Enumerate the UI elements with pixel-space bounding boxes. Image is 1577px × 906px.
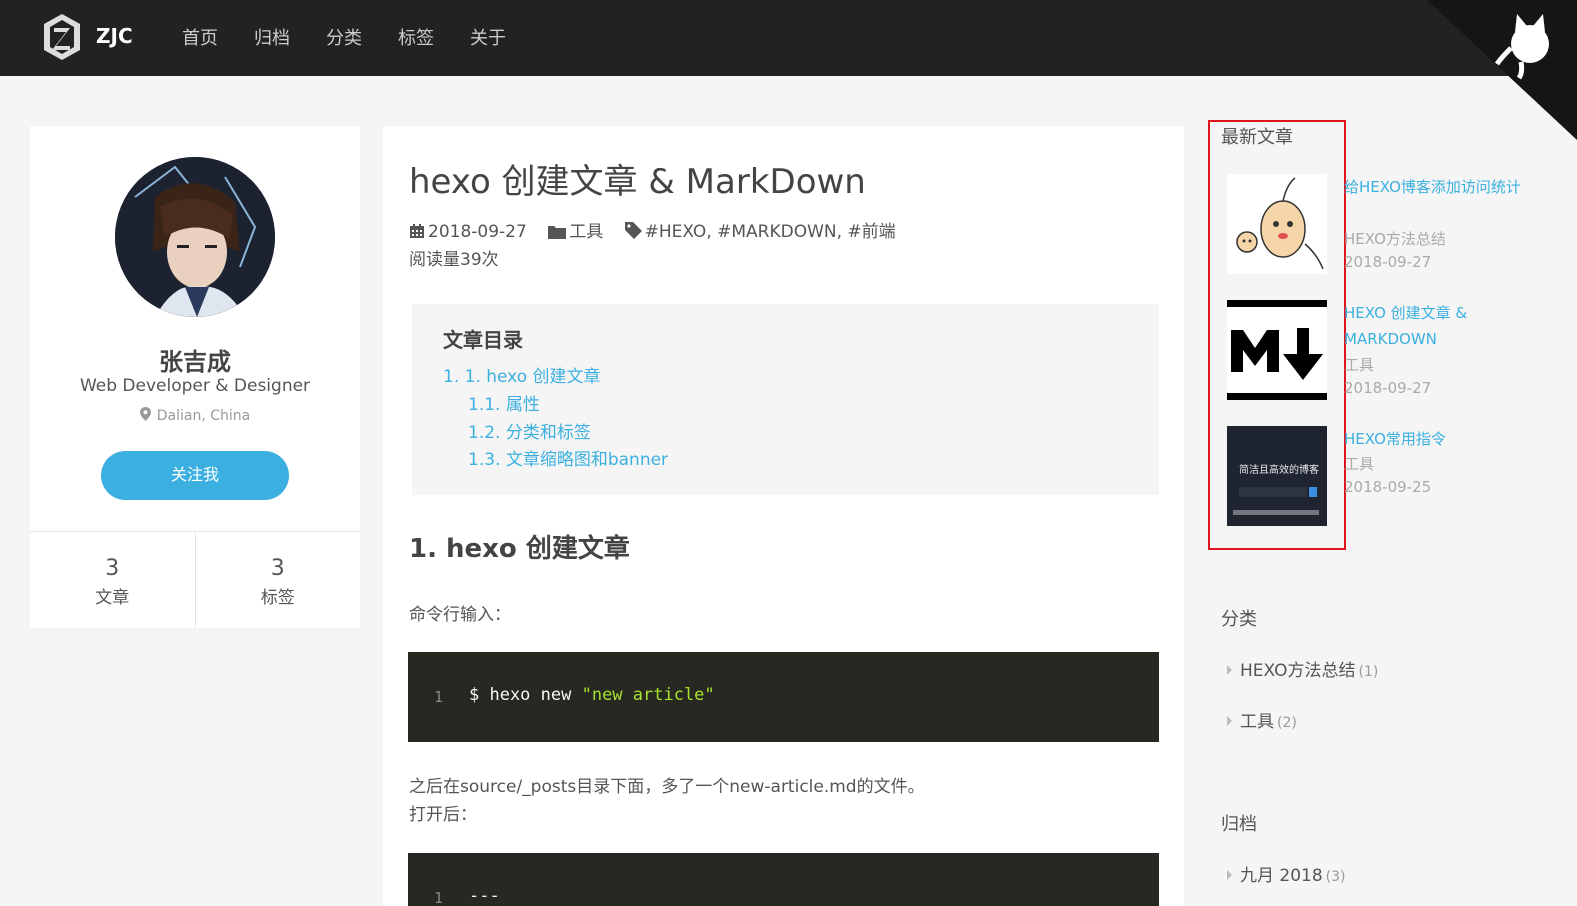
- thumbnail-caption: 简洁且高效的博客: [1239, 465, 1319, 476]
- stat-articles[interactable]: 3 文章: [30, 532, 195, 628]
- archive-count: (3): [1325, 869, 1346, 885]
- folder-icon: [548, 226, 567, 239]
- nav-home[interactable]: 首页: [182, 24, 254, 50]
- thumbnail-footer: [1233, 510, 1319, 515]
- post-thumbnail[interactable]: [1227, 174, 1327, 274]
- article-tags-text: #HEXO, #MARKDOWN, #前端: [644, 222, 896, 242]
- article-date-text: 2018-09-27: [428, 222, 527, 242]
- toc-title: 文章目录: [443, 328, 523, 352]
- github-corner-icon[interactable]: [1427, 0, 1577, 140]
- category-name: HEXO方法总结: [1240, 661, 1356, 681]
- top-navbar: ZJC 首页 归档 分类 标签 关于: [0, 0, 1577, 76]
- profile-location: Dalian, China: [30, 407, 360, 424]
- category-name: 工具: [1240, 712, 1274, 732]
- category-count: (1): [1358, 664, 1379, 680]
- caret-right-icon: [1227, 870, 1232, 880]
- article-date: 2018-09-27: [409, 222, 535, 242]
- stat-tags-label: 标签: [260, 588, 295, 608]
- caret-right-icon: [1227, 665, 1232, 675]
- nav-archive[interactable]: 归档: [254, 24, 326, 50]
- toc-item-1-2[interactable]: 1.2. 分类和标签: [468, 418, 591, 443]
- main-nav: 首页 归档 分类 标签 关于: [182, 24, 542, 50]
- post-category[interactable]: HEXO方法总结: [1344, 228, 1446, 249]
- section-heading: 1. hexo 创建文章: [409, 534, 630, 564]
- article-views: 阅读量39次: [409, 250, 499, 270]
- thumbnail-button: [1309, 487, 1317, 497]
- categories-title: 分类: [1221, 609, 1257, 630]
- location-text: Dalian, China: [156, 408, 251, 424]
- category-item[interactable]: 工具 (2): [1227, 707, 1297, 732]
- markdown-logo-thumbnail[interactable]: [1227, 300, 1327, 400]
- profile-card: 张吉成 Web Developer & Designer Dalian, Chi…: [30, 126, 360, 628]
- article-tags[interactable]: #HEXO, #MARKDOWN, #前端: [624, 217, 904, 242]
- category-item[interactable]: HEXO方法总结 (1): [1227, 656, 1378, 681]
- code-line-number: 1: [434, 889, 444, 906]
- code-block-2: 1 ---: [408, 853, 1159, 906]
- article-meta: 2018-09-27 工具 #HEXO, #MARKDOWN, #前端: [409, 217, 912, 242]
- paragraph-open-after: 打开后：: [409, 805, 477, 825]
- code-line-number: 1: [434, 688, 444, 706]
- profile-role: Web Developer & Designer: [79, 376, 311, 396]
- code-line: $ hexo new "new article": [469, 685, 715, 705]
- code-command: $ hexo new: [469, 685, 582, 705]
- table-of-contents: 文章目录 1. 1. hexo 创建文章 1.1. 属性 1.2. 分类和标签 …: [412, 304, 1159, 495]
- nav-tags[interactable]: 标签: [398, 24, 470, 50]
- nav-about[interactable]: 关于: [470, 24, 542, 50]
- archive-name: 九月 2018: [1240, 866, 1323, 886]
- post-date: 2018-09-25: [1344, 478, 1432, 496]
- profile-stats: 3 文章 3 标签: [30, 531, 360, 628]
- stat-articles-count: 3: [105, 556, 120, 581]
- caret-right-icon: [1227, 716, 1232, 726]
- post-title[interactable]: 给HEXO博客添加访问统计: [1344, 174, 1524, 200]
- stat-tags-count: 3: [270, 556, 285, 581]
- tag-icon: [624, 222, 642, 239]
- toc-item-1-3[interactable]: 1.3. 文章缩略图和banner: [468, 445, 668, 470]
- nav-categories[interactable]: 分类: [326, 24, 398, 50]
- code-block-1: 1 $ hexo new "new article": [408, 652, 1159, 742]
- article: hexo 创建文章 & MarkDown 2018-09-27 工具 #HEXO…: [383, 126, 1184, 906]
- post-title[interactable]: HEXO 创建文章 & MARKDOWN: [1344, 300, 1524, 352]
- article-title: hexo 创建文章 & MarkDown: [409, 162, 866, 202]
- toc-item-1[interactable]: 1. 1. hexo 创建文章: [443, 362, 601, 387]
- profile-name: 张吉成: [159, 348, 231, 376]
- toc-item-1-1[interactable]: 1.1. 属性: [468, 390, 540, 415]
- paragraph-command-input: 命令行输入：: [409, 605, 511, 625]
- stat-tags[interactable]: 3 标签: [194, 532, 361, 628]
- post-date: 2018-09-27: [1344, 253, 1432, 271]
- code-string: "new article": [581, 685, 715, 705]
- category-count: (2): [1277, 715, 1297, 731]
- stat-articles-label: 文章: [95, 588, 130, 608]
- logo-icon[interactable]: [44, 14, 80, 60]
- post-category[interactable]: 工具: [1344, 453, 1374, 474]
- thumbnail-input: [1239, 487, 1307, 497]
- follow-button[interactable]: 关注我: [101, 451, 289, 500]
- post-date: 2018-09-27: [1344, 379, 1432, 397]
- post-thumbnail[interactable]: 简洁且高效的博客: [1227, 426, 1327, 526]
- article-category[interactable]: 工具: [548, 217, 611, 242]
- paragraph-after-new: 之后在source/_posts目录下面，多了一个new-article.md的…: [409, 777, 925, 797]
- map-pin-icon: [139, 407, 151, 421]
- code-line: ---: [469, 886, 500, 906]
- article-category-text: 工具: [569, 222, 604, 242]
- archive-title: 归档: [1221, 814, 1257, 835]
- avatar: [115, 157, 275, 317]
- archive-item[interactable]: 九月 2018 (3): [1227, 861, 1346, 886]
- site-logo-text[interactable]: ZJC: [96, 24, 133, 48]
- post-title[interactable]: HEXO常用指令: [1344, 426, 1524, 452]
- post-category[interactable]: 工具: [1344, 354, 1374, 375]
- calendar-icon: [410, 224, 424, 238]
